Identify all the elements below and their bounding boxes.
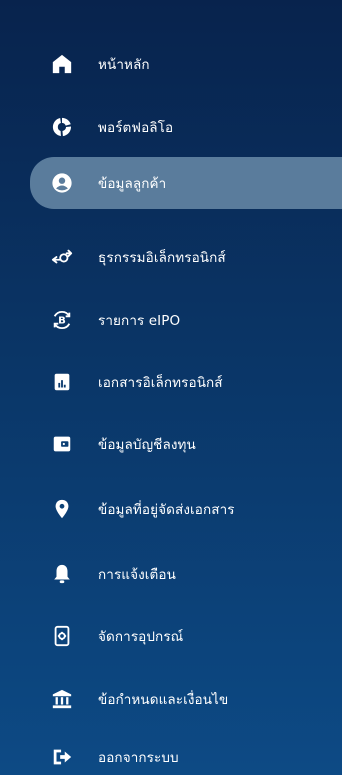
menu-list: หน้าหลัก พอร์ตฟอลิโอ ข้อมูลลูกค้า ธุรกรร… xyxy=(0,0,345,775)
logout-icon xyxy=(50,745,74,769)
device-settings-icon xyxy=(50,624,74,648)
menu-item-terms[interactable]: ข้อกำหนดและเงื่อนไข xyxy=(30,675,342,723)
menu-item-label: การแจ้งเตือน xyxy=(98,567,176,583)
menu-item-label: ข้อกำหนดและเงื่อนไข xyxy=(98,692,229,708)
menu-item-eipo[interactable]: B รายการ eIPO xyxy=(30,296,342,344)
menu-item-label: ข้อมูลที่อยู่จัดส่งเอกสาร xyxy=(98,502,235,518)
menu-item-label: รายการ eIPO xyxy=(98,313,181,329)
menu-item-mailing-address[interactable]: ข้อมูลที่อยู่จัดส่งเอกสาร xyxy=(30,485,342,533)
menu-item-device-management[interactable]: จัดการอุปกรณ์ xyxy=(30,612,342,660)
transfer-arrows-icon xyxy=(50,245,74,269)
svg-text:B: B xyxy=(58,316,66,327)
menu-item-label: ข้อมูลบัญชีลงทุน xyxy=(98,437,196,453)
menu-item-e-documents[interactable]: เอกสารอิเล็กทรอนิกส์ xyxy=(30,358,342,406)
menu-item-label: ธุรกรรมอิเล็กทรอนิกส์ xyxy=(98,250,226,266)
sidebar-menu: หน้าหลัก พอร์ตฟอลิโอ ข้อมูลลูกค้า ธุรกรร… xyxy=(0,0,345,775)
menu-item-investment-account[interactable]: ข้อมูลบัญชีลงทุน xyxy=(30,420,342,468)
bank-icon xyxy=(50,687,74,711)
menu-item-label: พอร์ตฟอลิโอ xyxy=(98,120,174,136)
menu-item-customer-info[interactable]: ข้อมูลลูกค้า xyxy=(30,157,342,209)
menu-item-label: หน้าหลัก xyxy=(98,57,150,73)
user-circle-icon xyxy=(50,171,74,195)
home-icon xyxy=(50,52,74,76)
menu-item-portfolio[interactable]: พอร์ตฟอลิโอ xyxy=(30,103,342,151)
bitcoin-refresh-icon: B xyxy=(50,308,74,332)
menu-item-label: ข้อมูลลูกค้า xyxy=(98,176,167,192)
menu-item-logout[interactable]: ออกจากระบบ xyxy=(30,733,342,775)
report-document-icon xyxy=(50,370,74,394)
portfolio-pie-icon xyxy=(50,115,74,139)
menu-item-notifications[interactable]: การแจ้งเตือน xyxy=(30,550,342,598)
menu-item-e-transactions[interactable]: ธุรกรรมอิเล็กทรอนิกส์ xyxy=(30,233,342,281)
menu-item-home[interactable]: หน้าหลัก xyxy=(30,40,342,88)
wallet-icon xyxy=(50,432,74,456)
bell-icon xyxy=(50,562,74,586)
menu-item-label: ออกจากระบบ xyxy=(98,750,179,766)
menu-item-label: เอกสารอิเล็กทรอนิกส์ xyxy=(98,375,223,391)
menu-item-label: จัดการอุปกรณ์ xyxy=(98,629,184,645)
location-pin-icon xyxy=(50,497,74,521)
